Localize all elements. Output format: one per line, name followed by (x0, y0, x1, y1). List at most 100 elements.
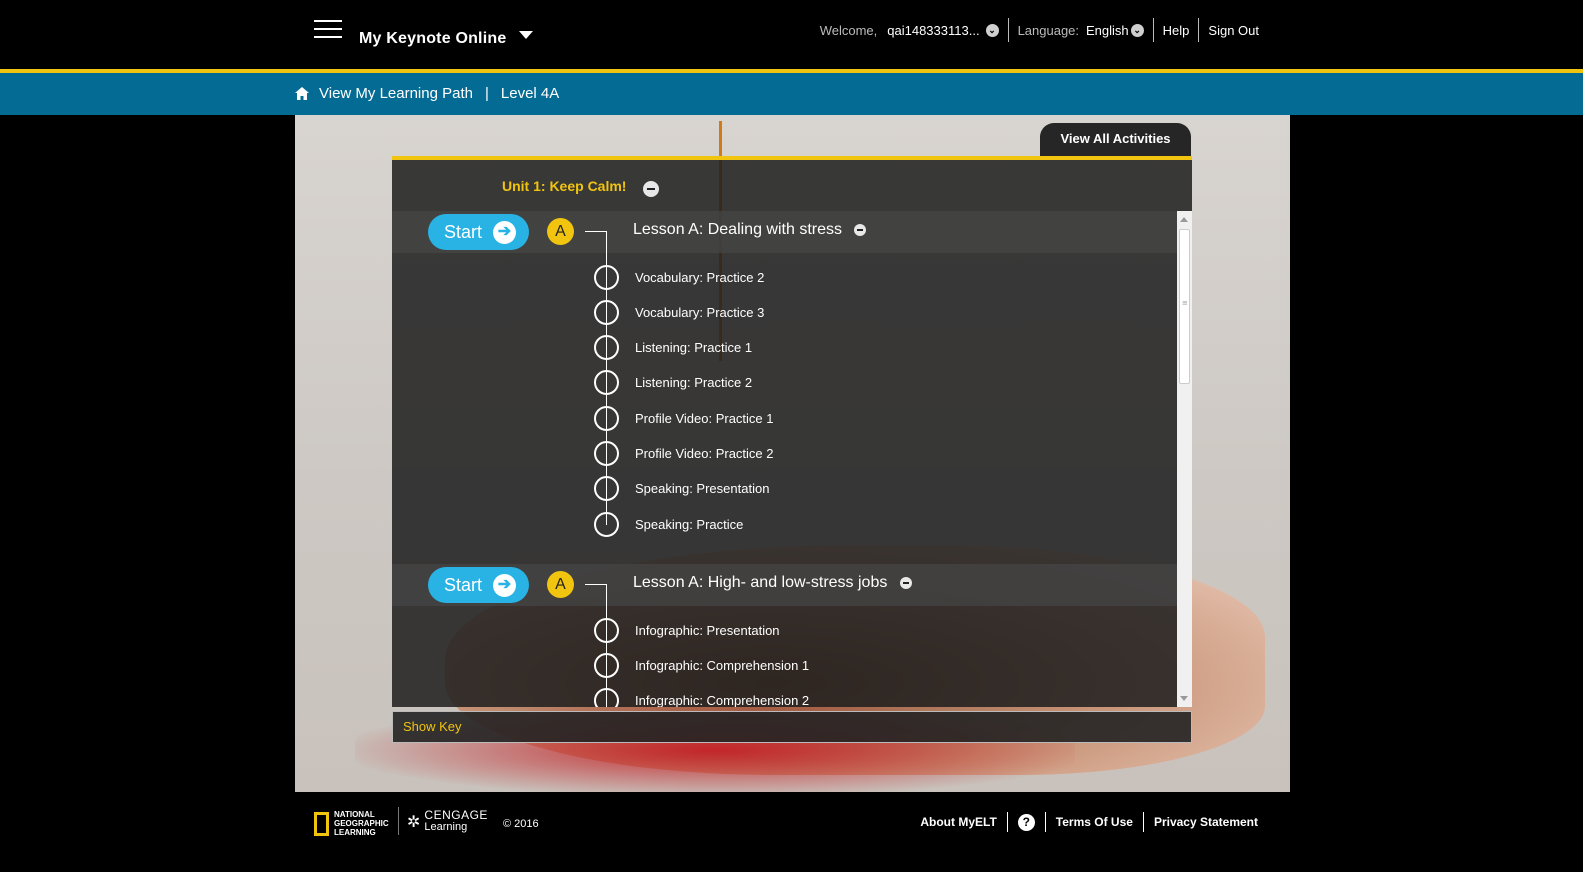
lesson-header: Start ➔ A Lesson A: High- and low-stress… (392, 564, 1177, 606)
terms-link[interactable]: Terms Of Use (1044, 812, 1143, 832)
learning-path-link[interactable]: View My Learning Path (319, 85, 473, 102)
lesson-title[interactable]: Lesson A: Dealing with stress (633, 221, 867, 239)
collapse-unit-icon[interactable] (643, 181, 659, 197)
cengage-sub: Learning (424, 821, 468, 833)
home-icon[interactable] (295, 87, 309, 100)
help-button[interactable]: ? (1006, 812, 1045, 832)
cengage-logo[interactable]: ✲ CENGAGE Learning (407, 809, 488, 833)
activity-label: Profile Video: Practice 2 (635, 446, 774, 461)
status-circle-icon (594, 265, 619, 290)
privacy-link[interactable]: Privacy Statement (1142, 812, 1268, 832)
status-circle-icon (594, 441, 619, 466)
language-selector[interactable]: Language: English ⌄ (1007, 18, 1153, 42)
language-label: Language: (1017, 22, 1080, 38)
lesson-section: Start ➔ A Lesson A: High- and low-stress… (392, 564, 1177, 707)
status-circle-icon (594, 335, 619, 360)
status-circle-icon (594, 406, 619, 431)
view-all-activities-button[interactable]: View All Activities (1040, 123, 1191, 156)
ng-logo-line: NATIONAL (334, 810, 375, 819)
activity-label: Vocabulary: Practice 2 (635, 270, 765, 285)
lesson-level-badge: A (547, 571, 574, 598)
connector-line (585, 584, 606, 585)
connector-line (585, 231, 606, 232)
chevron-down-icon[interactable]: ⌄ (985, 23, 999, 37)
arrow-right-icon: ➔ (493, 574, 516, 597)
sign-out-link[interactable]: Sign Out (1198, 18, 1268, 42)
scrollbar-thumb[interactable]: ≡ (1179, 229, 1190, 384)
activity-label: Listening: Practice 1 (635, 340, 753, 355)
ng-logo-line: GEOGRAPHIC (334, 819, 389, 828)
cengage-name: CENGAGE (424, 808, 488, 822)
show-key-toggle[interactable]: Show Key (392, 711, 1192, 743)
status-circle-icon (594, 688, 619, 707)
lesson-level-badge: A (547, 218, 574, 245)
lesson-header: Start ➔ A Lesson A: Dealing with stress (392, 211, 1177, 253)
start-lesson-button[interactable]: Start ➔ (428, 567, 529, 603)
scrollbar[interactable]: ≡ (1177, 211, 1192, 707)
lesson-title[interactable]: Lesson A: High- and low-stress jobs (633, 574, 912, 592)
ng-yellow-frame-icon (314, 811, 329, 836)
footer-links: About MyELT ? Terms Of Use Privacy State… (910, 812, 1268, 832)
welcome-user-menu[interactable]: Welcome, qai148333113... ⌄ (820, 18, 1008, 42)
top-header: My Keynote Online Welcome, qai148333113.… (0, 0, 1583, 69)
start-lesson-button[interactable]: Start ➔ (428, 214, 529, 250)
lesson-list[interactable]: Start ➔ A Lesson A: Dealing with stress … (392, 211, 1177, 707)
scroll-up-arrow-icon[interactable] (1180, 217, 1188, 222)
collapse-lesson-icon[interactable] (854, 223, 867, 236)
app-switcher-caret-icon[interactable] (519, 31, 533, 39)
user-nav: Welcome, qai148333113... ⌄ Language: Eng… (820, 18, 1268, 42)
activity-item[interactable]: Speaking: Presentation (594, 476, 1094, 502)
activity-label: Infographic: Presentation (635, 623, 780, 638)
status-circle-icon (594, 370, 619, 395)
status-circle-icon (594, 476, 619, 501)
activity-item[interactable]: Profile Video: Practice 2 (594, 441, 1094, 467)
breadcrumb-separator: | (484, 85, 489, 102)
lesson-section: Start ➔ A Lesson A: Dealing with stress … (392, 211, 1177, 564)
unit-header: Unit 1: Keep Calm! (392, 160, 1192, 211)
language-value: English (1086, 22, 1129, 38)
username: qai148333113... (887, 22, 980, 38)
start-label: Start (444, 222, 483, 242)
grip-icon: ≡ (1182, 299, 1188, 307)
chevron-down-icon[interactable]: ⌄ (1130, 23, 1144, 37)
app-title: My Keynote Online (359, 30, 507, 47)
activity-item[interactable]: Listening: Practice 2 (594, 370, 1094, 396)
welcome-label: Welcome, (819, 22, 878, 38)
activity-item[interactable]: Profile Video: Practice 1 (594, 406, 1094, 432)
activity-label: Profile Video: Practice 1 (635, 411, 774, 426)
lesson-title-text: Lesson A: Dealing with stress (633, 221, 842, 238)
collapse-lesson-icon[interactable] (899, 576, 912, 589)
activity-item[interactable]: Infographic: Comprehension 1 (594, 653, 1094, 679)
copyright: © 2016 (503, 818, 539, 830)
status-circle-icon (594, 618, 619, 643)
about-link[interactable]: About MyELT (910, 812, 1006, 832)
activity-item[interactable]: Vocabulary: Practice 3 (594, 300, 1094, 326)
activity-item[interactable]: Listening: Practice 1 (594, 335, 1094, 361)
activity-item[interactable]: Speaking: Practice (594, 512, 1094, 538)
help-link[interactable]: Help (1152, 18, 1199, 42)
cengage-logo-text: CENGAGE Learning (424, 809, 488, 833)
activity-item[interactable]: Infographic: Presentation (594, 618, 1094, 644)
scroll-down-arrow-icon[interactable] (1180, 696, 1188, 701)
activity-label: Infographic: Comprehension 2 (635, 693, 810, 707)
breadcrumb: View My Learning Path | Level 4A (295, 85, 559, 102)
status-circle-icon (594, 653, 619, 678)
activity-label: Speaking: Practice (635, 517, 744, 532)
ng-logo-line: LEARNING (334, 828, 376, 837)
help-circle-icon: ? (1017, 814, 1035, 831)
activity-item[interactable]: Infographic: Comprehension 2 (594, 688, 1094, 707)
ng-logo-text: NATIONAL GEOGRAPHIC LEARNING (334, 810, 389, 837)
status-circle-icon (594, 512, 619, 537)
activity-label: Speaking: Presentation (635, 481, 770, 496)
activity-label: Listening: Practice 2 (635, 375, 753, 390)
start-label: Start (444, 575, 483, 595)
cengage-star-icon: ✲ (407, 811, 421, 831)
national-geographic-logo[interactable]: NATIONAL GEOGRAPHIC LEARNING (314, 810, 389, 837)
hamburger-menu-icon[interactable] (314, 20, 342, 38)
breadcrumb-bar: View My Learning Path | Level 4A (0, 73, 1583, 115)
footer: NATIONAL GEOGRAPHIC LEARNING ✲ CENGAGE L… (0, 792, 1583, 872)
activity-item[interactable]: Vocabulary: Practice 2 (594, 265, 1094, 291)
unit-title[interactable]: Unit 1: Keep Calm! (502, 178, 626, 194)
logo-divider (398, 807, 399, 835)
lesson-title-text: Lesson A: High- and low-stress jobs (633, 574, 888, 591)
